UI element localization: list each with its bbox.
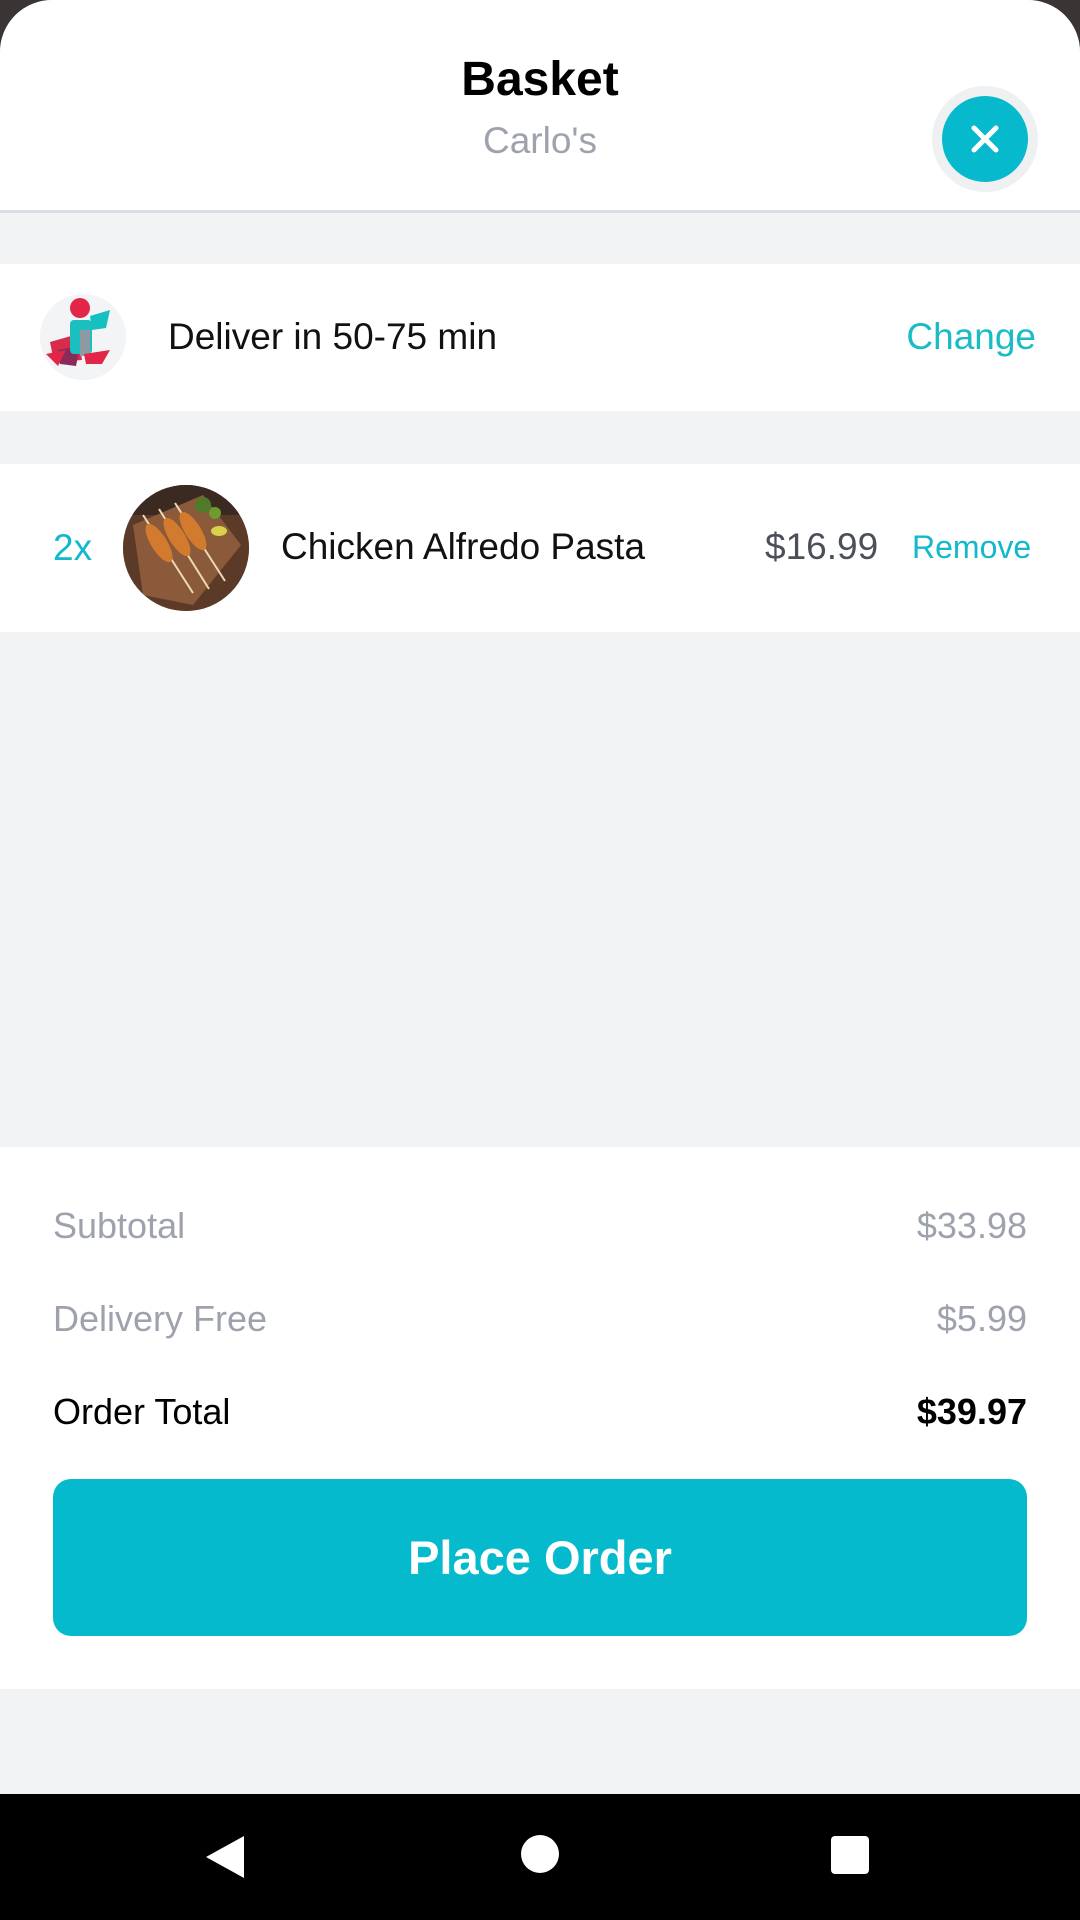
place-order-button[interactable]: Place Order	[53, 1479, 1027, 1636]
header: Basket Carlo's	[0, 0, 1080, 213]
basket-item: 2x Chicken Alfredo Pasta $16.99 Remove	[0, 464, 1080, 632]
close-icon	[971, 125, 999, 153]
delivery-time: Deliver in 50-75 min	[168, 316, 498, 357]
basket-sheet: Basket Carlo's Deliver in 50-75 min Chan…	[0, 0, 1080, 1794]
close-button[interactable]	[932, 86, 1038, 192]
home-icon[interactable]	[521, 1835, 559, 1873]
item-quantity[interactable]: 2x	[53, 527, 92, 569]
food-thumbnail	[123, 485, 249, 611]
back-icon[interactable]	[204, 1834, 246, 1880]
change-delivery-button[interactable]: Change	[906, 316, 1036, 358]
system-nav-bar	[0, 1794, 1080, 1920]
delivery-fee-label: Delivery Free	[53, 1298, 268, 1339]
delivery-row: Deliver in 50-75 min Change	[0, 264, 1080, 411]
item-name: Chicken Alfredo Pasta	[281, 526, 646, 567]
close-button-circle[interactable]	[942, 96, 1028, 182]
subtotal-value: $33.98	[916, 1205, 1027, 1246]
courier-scooter-icon	[40, 294, 126, 380]
delivery-fee-value: $5.99	[936, 1298, 1027, 1339]
page-title: Basket	[461, 53, 619, 106]
order-summary: Subtotal $33.98 Delivery Free $5.99 Orde…	[0, 1147, 1080, 1689]
remove-item-button[interactable]: Remove	[912, 529, 1031, 566]
subtotal-label: Subtotal	[53, 1205, 186, 1246]
order-total-label: Order Total	[53, 1391, 231, 1432]
restaurant-name: Carlo's	[483, 120, 597, 161]
item-price: $16.99	[765, 526, 879, 567]
recent-apps-icon[interactable]	[831, 1836, 869, 1874]
order-total-value: $39.97	[916, 1391, 1027, 1432]
